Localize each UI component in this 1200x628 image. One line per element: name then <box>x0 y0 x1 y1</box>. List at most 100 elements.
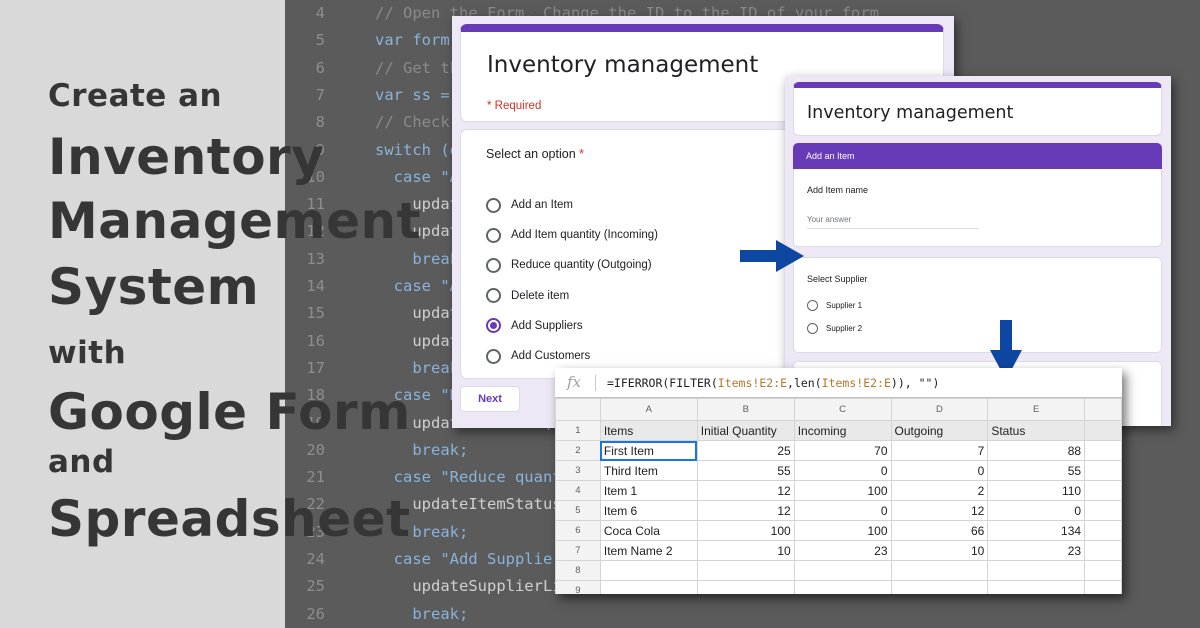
table-cell[interactable] <box>1084 500 1122 521</box>
table-cell[interactable]: 7 <box>890 440 989 461</box>
supplier-option[interactable]: Supplier 1 <box>807 300 862 311</box>
table-cell[interactable]: 88 <box>987 440 1086 461</box>
table-cell[interactable]: 12 <box>696 480 795 501</box>
table-cell[interactable]: First Item <box>599 440 698 461</box>
option-delete-item[interactable]: Delete item <box>486 286 569 306</box>
row-header[interactable]: 5 <box>555 500 601 521</box>
line-number: 14 <box>306 277 325 295</box>
table-cell[interactable]: 66 <box>890 520 989 541</box>
table-cell[interactable] <box>890 580 989 594</box>
table-cell[interactable]: 12 <box>696 500 795 521</box>
row-header[interactable]: 4 <box>555 480 601 501</box>
table-cell[interactable] <box>1084 580 1122 594</box>
table-cell[interactable]: 10 <box>696 540 795 561</box>
table-cell[interactable]: 23 <box>987 540 1086 561</box>
table-cell[interactable]: 12 <box>890 500 989 521</box>
arrow-right-icon <box>740 240 804 272</box>
table-cell[interactable]: Incoming <box>793 420 892 441</box>
table-cell[interactable] <box>696 580 795 594</box>
radio-button-icon[interactable] <box>486 348 501 364</box>
option-label: Add Customers <box>511 350 591 362</box>
table-cell[interactable]: 55 <box>696 460 795 481</box>
table-cell[interactable]: 25 <box>696 440 795 461</box>
radio-button-icon[interactable] <box>486 288 501 304</box>
select-all-corner[interactable] <box>555 398 601 421</box>
radio-button-icon[interactable] <box>486 227 501 243</box>
next-button[interactable]: Next <box>460 386 520 412</box>
option-add-an-item[interactable]: Add an Item <box>486 195 573 215</box>
table-cell[interactable]: 100 <box>696 520 795 541</box>
table-cell[interactable] <box>987 560 1086 581</box>
column-header[interactable]: E <box>987 398 1086 421</box>
row-header[interactable]: 8 <box>555 560 601 581</box>
table-cell[interactable] <box>1084 420 1122 441</box>
table-cell[interactable]: 55 <box>987 460 1086 481</box>
table-cell[interactable]: 70 <box>793 440 892 461</box>
section-header: Add an Item <box>793 143 1162 169</box>
table-cell[interactable]: Items <box>599 420 698 441</box>
table-row: 9 <box>555 580 1122 594</box>
table-cell[interactable] <box>987 580 1086 594</box>
table-cell[interactable]: 100 <box>793 480 892 501</box>
table-cell[interactable] <box>1084 480 1122 501</box>
table-cell[interactable]: 0 <box>890 460 989 481</box>
option-add-suppliers[interactable]: Add Suppliers <box>486 316 583 336</box>
fx-icon: fx <box>567 373 582 391</box>
row-header[interactable]: 6 <box>555 520 601 541</box>
table-cell[interactable] <box>1084 440 1122 461</box>
table-cell[interactable] <box>1084 460 1122 481</box>
table-cell[interactable]: Status <box>987 420 1086 441</box>
column-header[interactable]: C <box>793 398 892 421</box>
column-header[interactable]: B <box>696 398 795 421</box>
table-cell[interactable]: 0 <box>793 500 892 521</box>
table-cell[interactable] <box>1084 520 1122 541</box>
formula-bar: fx =IFERROR(FILTER(Items!E2:E,len(Items!… <box>555 368 1122 398</box>
item-name-input[interactable]: Your answer <box>807 215 979 229</box>
table-cell[interactable]: Outgoing <box>890 420 989 441</box>
table-cell[interactable] <box>1084 540 1122 561</box>
table-cell[interactable] <box>793 580 892 594</box>
option-add-item-quantity-incoming[interactable]: Add Item quantity (Incoming) <box>486 225 658 245</box>
table-cell[interactable] <box>793 560 892 581</box>
table-cell[interactable]: 100 <box>793 520 892 541</box>
table-cell[interactable]: 10 <box>890 540 989 561</box>
radio-selected-icon[interactable] <box>486 318 501 334</box>
row-header[interactable]: 9 <box>555 580 601 594</box>
table-cell[interactable] <box>890 560 989 581</box>
line-number: 6 <box>315 58 325 77</box>
radio-button-icon[interactable] <box>486 197 501 213</box>
table-cell[interactable] <box>1084 560 1122 581</box>
table-cell[interactable]: 2 <box>890 480 989 501</box>
table-cell[interactable]: Item 6 <box>599 500 698 521</box>
column-header[interactable]: A <box>599 398 698 421</box>
formula-input[interactable]: =IFERROR(FILTER(Items!E2:E,len(Items!E2:… <box>607 376 939 390</box>
code-line: 26 break; <box>285 601 468 628</box>
table-cell[interactable] <box>696 560 795 581</box>
table-cell[interactable]: Initial Quantity <box>696 420 795 441</box>
table-cell[interactable]: 0 <box>793 460 892 481</box>
option-add-customers[interactable]: Add Customers <box>486 346 590 366</box>
supplier-option[interactable]: Supplier 2 <box>807 323 862 334</box>
table-cell[interactable]: Item Name 2 <box>599 540 698 561</box>
table-cell[interactable]: 0 <box>987 500 1086 521</box>
option-label: Add Suppliers <box>511 319 583 332</box>
row-header[interactable]: 2 <box>555 440 601 461</box>
table-cell[interactable] <box>599 580 698 594</box>
table-cell[interactable]: Third Item <box>599 460 698 481</box>
table-cell[interactable]: 134 <box>987 520 1086 541</box>
table-cell[interactable] <box>599 560 698 581</box>
table-cell[interactable]: Coca Cola <box>599 520 698 541</box>
table-cell[interactable]: 110 <box>987 480 1086 501</box>
row-header[interactable]: 3 <box>555 460 601 481</box>
row-header[interactable]: 1 <box>555 420 601 441</box>
column-header-blank[interactable] <box>1084 398 1122 421</box>
line-number: 24 <box>306 550 325 568</box>
radio-button-icon[interactable] <box>807 323 818 334</box>
table-cell[interactable]: 23 <box>793 540 892 561</box>
option-reduce-quantity-outgoing[interactable]: Reduce quantity (Outgoing) <box>486 255 652 275</box>
column-header[interactable]: D <box>890 398 989 421</box>
radio-button-icon[interactable] <box>486 257 501 273</box>
row-header[interactable]: 7 <box>555 540 601 561</box>
table-cell[interactable]: Item 1 <box>599 480 698 501</box>
radio-button-icon[interactable] <box>807 300 818 311</box>
